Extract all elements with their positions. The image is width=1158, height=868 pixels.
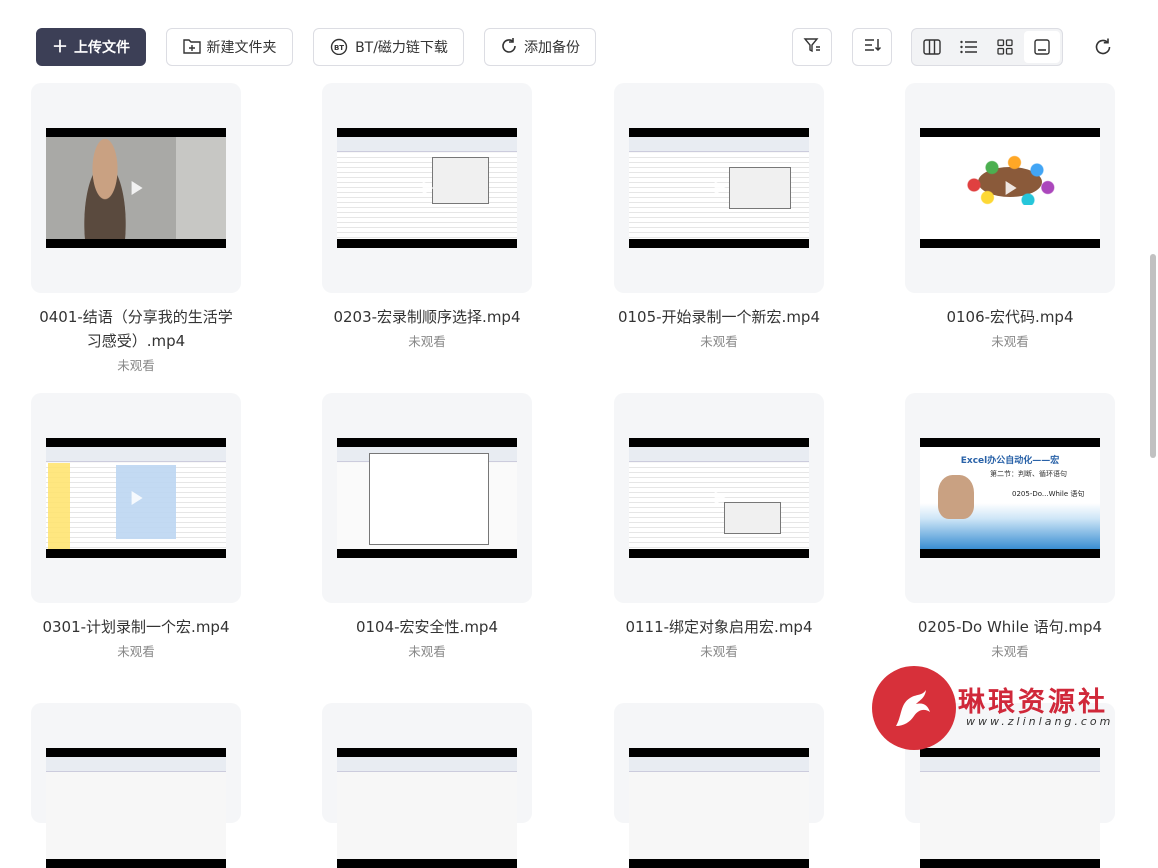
svg-text:BT: BT: [334, 44, 344, 52]
file-card[interactable]: [614, 703, 824, 868]
add-backup-label: 添加备份: [524, 40, 580, 56]
watch-status: 未观看: [408, 644, 446, 659]
video-thumbnail[interactable]: [629, 748, 809, 868]
thumbnail-frame: [322, 703, 532, 868]
file-card[interactable]: 0301-计划录制一个宏.mp4 未观看: [31, 393, 241, 660]
sort-button[interactable]: [852, 28, 892, 66]
thumb-line1: 第二节：判断、循环语句: [990, 470, 1067, 478]
upload-button[interactable]: ＋ 上传文件: [36, 28, 146, 66]
file-card[interactable]: 0105-开始录制一个新宏.mp4 未观看: [614, 83, 824, 350]
watch-status: 未观看: [408, 334, 446, 349]
toolbar: ＋ 上传文件 新建文件夹 BT BT/磁力链下载 添加备份: [0, 0, 1158, 96]
video-thumbnail[interactable]: [920, 128, 1100, 248]
video-thumbnail[interactable]: [46, 128, 226, 248]
video-thumbnail[interactable]: [337, 438, 517, 558]
video-thumbnail[interactable]: [46, 438, 226, 558]
new-folder-label: 新建文件夹: [206, 40, 277, 56]
bt-download-label: BT/磁力链下载: [355, 40, 448, 56]
plus-icon: ＋: [51, 37, 68, 56]
play-icon: [422, 181, 434, 195]
thumbnail-frame: [614, 83, 824, 293]
list-view-icon[interactable]: [951, 31, 988, 63]
sort-icon: [863, 36, 882, 58]
thumbnail-frame: [614, 703, 824, 868]
file-name[interactable]: 0106-宏代码.mp4: [905, 305, 1115, 329]
bt-icon: BT: [329, 37, 349, 58]
thumbnail-frame: [614, 393, 824, 603]
bt-download-button[interactable]: BT BT/磁力链下载: [313, 28, 464, 66]
thumbnail-frame: [905, 83, 1115, 293]
play-icon: [714, 181, 726, 195]
sync-icon: [500, 37, 518, 58]
file-card[interactable]: Excel办公自动化——宏 第二节：判断、循环语句 0205-Do...Whil…: [905, 393, 1115, 660]
watch-status: 未观看: [700, 334, 738, 349]
file-name[interactable]: 0401-结语（分享我的生活学习感受）.mp4: [31, 305, 241, 353]
video-thumbnail[interactable]: [629, 128, 809, 248]
file-name[interactable]: 0105-开始录制一个新宏.mp4: [614, 305, 824, 329]
watch-status: 未观看: [991, 334, 1029, 349]
refresh-icon[interactable]: [1090, 34, 1116, 60]
new-folder-button[interactable]: 新建文件夹: [166, 28, 293, 66]
watch-status: 未观看: [700, 644, 738, 659]
thumbnail-frame: [31, 393, 241, 603]
file-card[interactable]: 0203-宏录制顺序选择.mp4 未观看: [322, 83, 532, 350]
thumb-line2: 0205-Do...While 语句: [1012, 490, 1085, 498]
thumbnail-frame: [322, 83, 532, 293]
file-card[interactable]: [31, 703, 241, 868]
filter-icon: [803, 36, 821, 58]
video-thumbnail[interactable]: Excel办公自动化——宏 第二节：判断、循环语句 0205-Do...Whil…: [920, 438, 1100, 558]
column-view-icon[interactable]: [914, 31, 951, 63]
watermark-title: 琳琅资源社: [958, 687, 1108, 718]
thumbnail-frame: [31, 83, 241, 293]
file-name[interactable]: 0111-绑定对象启用宏.mp4: [614, 615, 824, 639]
play-icon: [422, 491, 434, 505]
play-icon: [714, 491, 726, 505]
thumbnail-view-icon[interactable]: [1023, 31, 1060, 63]
watch-status: 未观看: [117, 358, 155, 373]
scrollbar[interactable]: [1150, 254, 1156, 458]
video-thumbnail[interactable]: [337, 748, 517, 868]
thumbnail-frame: [322, 393, 532, 603]
video-thumbnail[interactable]: [337, 128, 517, 248]
watch-status: 未观看: [991, 644, 1029, 659]
add-backup-button[interactable]: 添加备份: [484, 28, 596, 66]
file-name[interactable]: 0205-Do While 语句.mp4: [905, 615, 1115, 639]
thumbnail-frame: Excel办公自动化——宏 第二节：判断、循环语句 0205-Do...Whil…: [905, 393, 1115, 603]
play-icon: [1005, 181, 1017, 195]
watermark-url: www.zlinlang.com: [966, 715, 1114, 728]
file-card[interactable]: 0111-绑定对象启用宏.mp4 未观看: [614, 393, 824, 660]
file-card[interactable]: [322, 703, 532, 868]
play-icon: [131, 491, 143, 505]
filter-button[interactable]: [792, 28, 832, 66]
thumbnail-frame: [31, 703, 241, 868]
play-icon: [131, 181, 143, 195]
watermark-logo-icon: [872, 666, 956, 750]
video-thumbnail[interactable]: [629, 438, 809, 558]
upload-label: 上传文件: [74, 40, 130, 56]
file-name[interactable]: 0203-宏录制顺序选择.mp4: [322, 305, 532, 329]
file-name[interactable]: 0104-宏安全性.mp4: [322, 615, 532, 639]
folder-plus-icon: [182, 38, 201, 57]
file-card[interactable]: 0106-宏代码.mp4 未观看: [905, 83, 1115, 350]
thumb-heading: Excel办公自动化——宏: [960, 456, 1060, 466]
file-name[interactable]: 0301-计划录制一个宏.mp4: [31, 615, 241, 639]
video-thumbnail[interactable]: [920, 748, 1100, 868]
view-mode-switch: [911, 28, 1063, 66]
grid-view-icon[interactable]: [987, 31, 1024, 63]
video-thumbnail[interactable]: [46, 748, 226, 868]
file-card[interactable]: 0104-宏安全性.mp4 未观看: [322, 393, 532, 660]
file-card[interactable]: 0401-结语（分享我的生活学习感受）.mp4 未观看: [31, 83, 241, 374]
watch-status: 未观看: [117, 644, 155, 659]
